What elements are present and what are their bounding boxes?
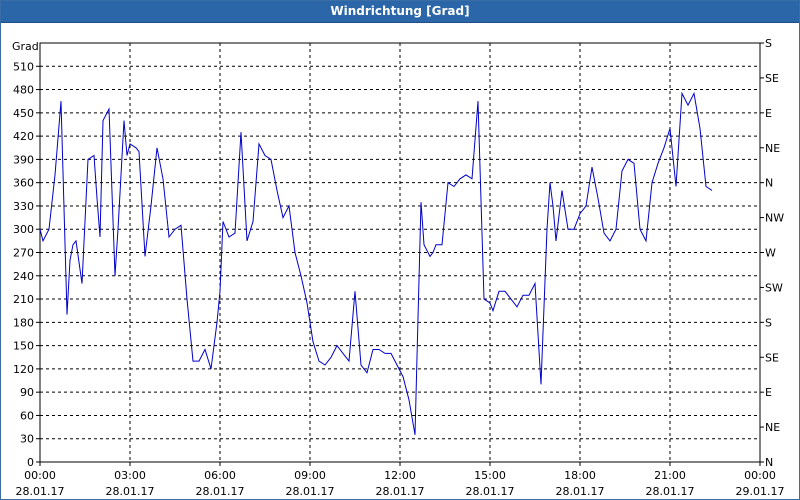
y-tick-label: 180 — [13, 316, 34, 329]
right-axis-label: N — [765, 177, 773, 190]
y-tick-label: 240 — [13, 270, 34, 283]
y-tick-label: 480 — [13, 84, 34, 97]
y-tick-label: 120 — [13, 363, 34, 376]
y-tick-label: 60 — [20, 409, 34, 422]
y-tick-label: 270 — [13, 247, 34, 260]
right-axis-label: SE — [765, 72, 779, 85]
right-axis-label: NE — [765, 142, 780, 155]
x-tick-date: 28.01.17 — [196, 485, 245, 498]
x-tick-time: 12:00 — [384, 469, 416, 482]
right-axis-label: NE — [765, 421, 780, 434]
x-tick-time: 21:00 — [654, 469, 686, 482]
x-tick-date: 28.01.17 — [376, 485, 425, 498]
x-tick-date: 28.01.17 — [556, 485, 605, 498]
x-tick-time: 03:00 — [114, 469, 146, 482]
y-tick-label: 330 — [13, 200, 34, 213]
x-tick-date: 28.01.17 — [466, 485, 515, 498]
right-axis-label: S — [765, 37, 772, 50]
y-tick-label: 510 — [13, 60, 34, 73]
y-tick-label: 300 — [13, 223, 34, 236]
y-tick-label: 150 — [13, 340, 34, 353]
y-tick-label: 390 — [13, 153, 34, 166]
right-axis-label: E — [765, 107, 772, 120]
right-axis-label: W — [765, 247, 776, 260]
x-tick-date: 29.01.17 — [736, 485, 785, 498]
y-axis-label: Grad — [12, 40, 39, 53]
right-axis-label: SW — [765, 281, 783, 294]
x-tick-time: 15:00 — [474, 469, 506, 482]
y-tick-label: 420 — [13, 130, 34, 143]
x-tick-time: 18:00 — [564, 469, 596, 482]
x-tick-date: 28.01.17 — [646, 485, 695, 498]
x-tick-time: 00:00 — [744, 469, 776, 482]
right-axis-label: NW — [765, 212, 784, 225]
line-chart: 0 30 60 90 120 150 180 210 240 270 300 330 360 390 420… — [12, 37, 785, 498]
x-tick-date: 28.01.17 — [286, 485, 335, 498]
y-tick-label: 360 — [13, 177, 34, 190]
x-tick-time: 09:00 — [294, 469, 326, 482]
y-tick-label: 30 — [20, 433, 34, 446]
right-axis-label: E — [765, 386, 772, 399]
x-tick-date: 28.01.17 — [16, 485, 65, 498]
y-tick-label: 210 — [13, 293, 34, 306]
x-tick-time: 00:00 — [24, 469, 56, 482]
right-axis-label: N — [765, 456, 773, 469]
y-tick-label: 0 — [27, 456, 34, 469]
right-axis-label: SE — [765, 351, 779, 364]
y-tick-label: 450 — [13, 107, 34, 120]
y-tick-label: 90 — [20, 386, 34, 399]
right-axis-label: S — [765, 316, 772, 329]
x-tick-date: 28.01.17 — [106, 485, 155, 498]
x-tick-time: 06:00 — [204, 469, 236, 482]
